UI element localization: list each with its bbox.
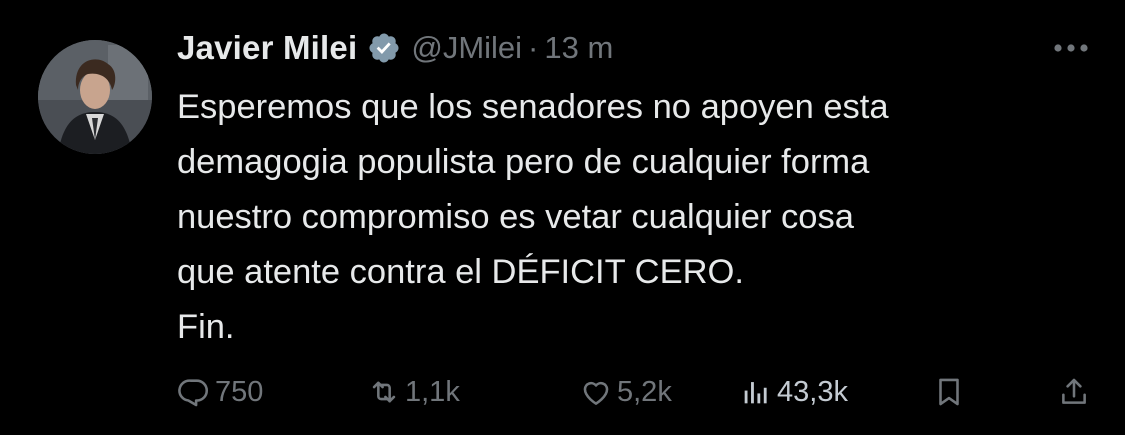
share-icon bbox=[1057, 375, 1091, 409]
tweet[interactable]: Javier Milei @JMilei · 13 m Esperemos qu… bbox=[0, 0, 1125, 435]
tweet-text-line: que atente contra el DÉFICIT CERO. bbox=[177, 253, 744, 291]
retweet-count: 1,1k bbox=[405, 375, 460, 408]
retweet-icon bbox=[367, 375, 401, 409]
share-button[interactable] bbox=[1057, 367, 1091, 417]
tweet-text-line: demagogia populista pero de cualquier fo… bbox=[177, 143, 870, 181]
bookmark-icon bbox=[932, 375, 966, 409]
display-name[interactable]: Javier Milei bbox=[177, 29, 357, 67]
views-icon bbox=[739, 375, 773, 409]
bookmark-button[interactable] bbox=[932, 367, 966, 417]
verified-badge-icon bbox=[367, 31, 401, 65]
like-button[interactable]: 5,2k bbox=[579, 367, 672, 417]
like-count: 5,2k bbox=[617, 375, 672, 408]
tweet-text: Esperemos que los senadores no apoyen es… bbox=[177, 80, 1077, 355]
separator-dot: · bbox=[528, 30, 539, 65]
timestamp[interactable]: 13 m bbox=[544, 30, 613, 66]
tweet-text-line: nuestro compromiso es vetar cualquier co… bbox=[177, 198, 854, 236]
views-button[interactable]: 43,3k bbox=[739, 367, 848, 417]
tweet-header: Javier Milei @JMilei · 13 m bbox=[177, 26, 613, 70]
action-bar: 750 1,1k 5,2k 43,3k bbox=[177, 367, 1086, 417]
heart-icon bbox=[579, 375, 613, 409]
reply-icon bbox=[177, 375, 211, 409]
more-icon[interactable] bbox=[1051, 38, 1091, 58]
views-count: 43,3k bbox=[777, 375, 848, 408]
tweet-text-line: Esperemos que los senadores no apoyen es… bbox=[177, 88, 889, 126]
retweet-button[interactable]: 1,1k bbox=[367, 367, 460, 417]
reply-button[interactable]: 750 bbox=[177, 367, 263, 417]
avatar[interactable] bbox=[38, 40, 152, 154]
handle[interactable]: @JMilei bbox=[411, 30, 522, 66]
reply-count: 750 bbox=[215, 375, 264, 408]
tweet-text-line: Fin. bbox=[177, 308, 235, 346]
